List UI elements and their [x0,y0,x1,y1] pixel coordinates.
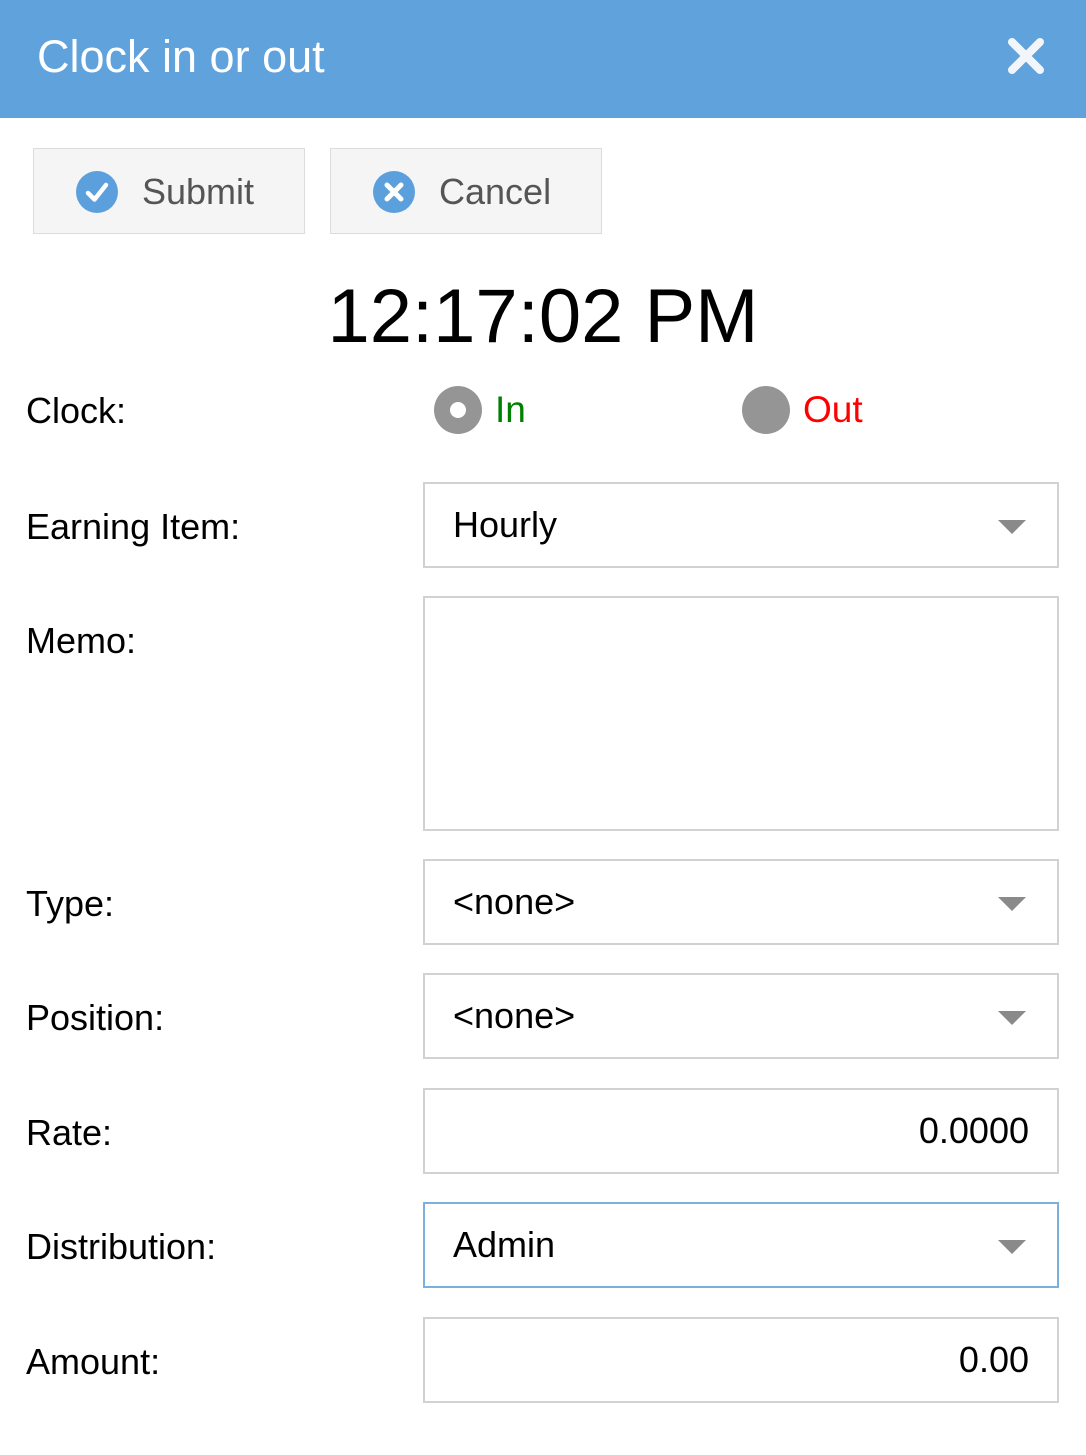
close-icon [1008,38,1044,74]
position-select[interactable]: <none> [423,973,1059,1059]
rate-input[interactable]: 0.0000 [423,1088,1059,1174]
chevron-down-icon [998,1240,1026,1254]
submit-label: Submit [142,171,255,212]
type-value: <none> [453,881,576,922]
submit-button[interactable]: Submit [33,148,305,234]
distribution-value: Admin [453,1224,556,1265]
x-circle-icon [373,171,415,213]
clock-out-label[interactable]: Out [803,389,863,431]
amount-input[interactable]: 0.00 [423,1317,1059,1403]
close-button[interactable] [1004,34,1048,78]
position-value: <none> [453,995,576,1036]
amount-value: 0.00 [958,1339,1029,1380]
type-label: Type: [26,883,115,924]
memo-textarea[interactable] [423,596,1059,831]
distribution-label: Distribution: [26,1226,217,1267]
rate-label: Rate: [26,1112,113,1153]
earning-item-label: Earning Item: [26,506,241,547]
chevron-down-icon [998,520,1026,534]
earning-item-value: Hourly [453,504,558,545]
chevron-down-icon [998,897,1026,911]
position-label: Position: [26,997,165,1038]
earning-item-select[interactable]: Hourly [423,482,1059,568]
check-circle-icon [76,171,118,213]
cancel-button[interactable]: Cancel [330,148,602,234]
type-select[interactable]: <none> [423,859,1059,945]
memo-label: Memo: [26,620,137,661]
clock-out-radio[interactable] [742,386,790,434]
dialog-header: Clock in or out [0,0,1086,118]
clock-in-label[interactable]: In [495,389,526,431]
distribution-select[interactable]: Admin [423,1202,1059,1288]
dialog-title: Clock in or out [37,31,325,82]
clock-label: Clock: [26,390,127,431]
rate-value: 0.0000 [918,1110,1029,1151]
amount-label: Amount: [26,1341,161,1382]
chevron-down-icon [998,1011,1026,1025]
current-time: 12:17:02 PM [327,274,759,359]
cancel-label: Cancel [439,171,552,212]
clock-in-radio[interactable] [434,386,482,434]
